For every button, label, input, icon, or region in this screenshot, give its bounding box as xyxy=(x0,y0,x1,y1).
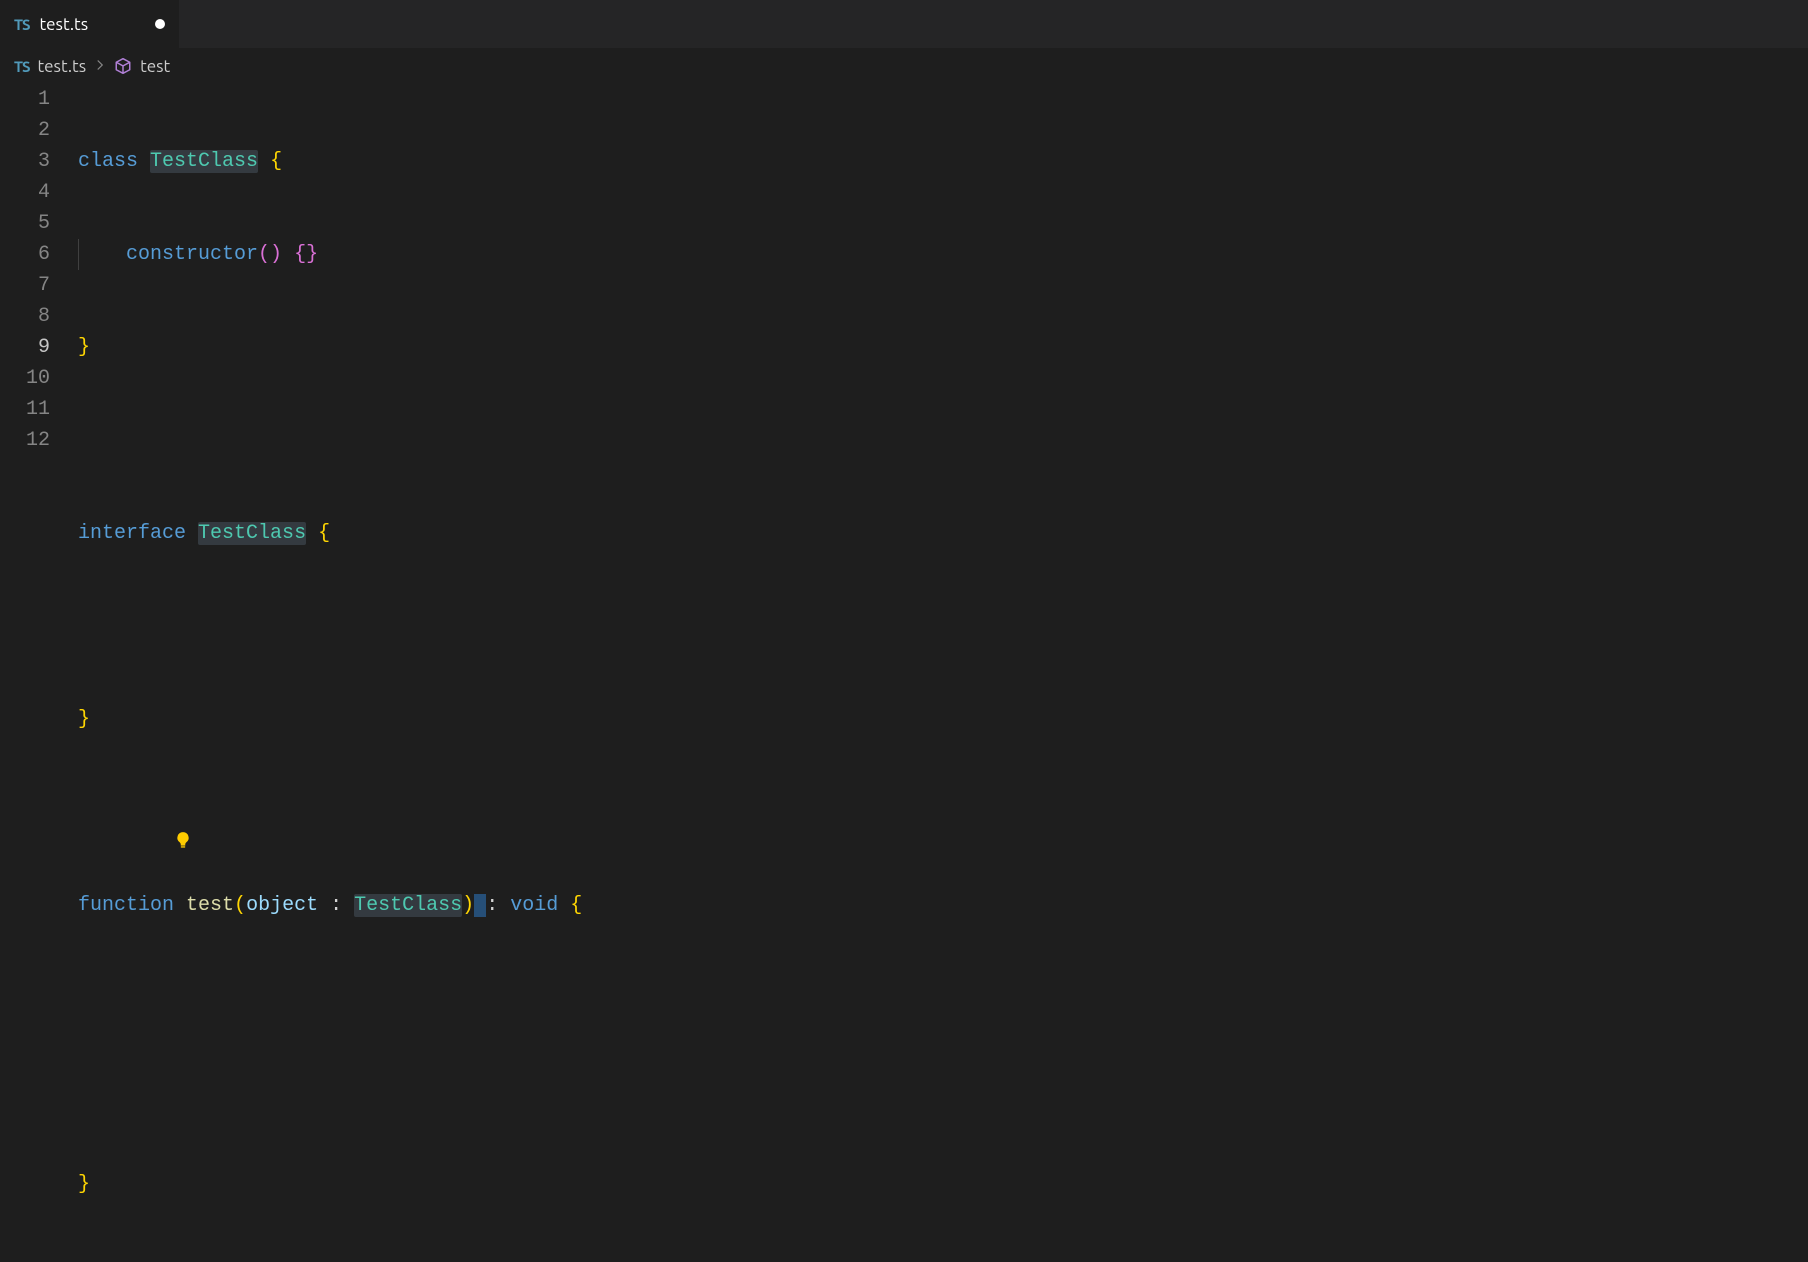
line-number: 11 xyxy=(0,394,50,425)
line-number: 3 xyxy=(0,146,50,177)
code-line[interactable]: constructor() {} xyxy=(78,239,1808,270)
line-number: 9 xyxy=(0,332,50,363)
line-number: 4 xyxy=(0,177,50,208)
tab-test-ts[interactable]: TS test.ts xyxy=(0,0,180,48)
code-line[interactable]: interface TestClass { xyxy=(78,518,1808,549)
line-number: 8 xyxy=(0,301,50,332)
breadcrumb-file[interactable]: test.ts xyxy=(38,57,87,76)
unsaved-indicator-icon[interactable] xyxy=(155,19,165,29)
code-line[interactable]: } xyxy=(78,1169,1808,1200)
line-number: 2 xyxy=(0,115,50,146)
code-line[interactable] xyxy=(78,983,1808,1014)
breadcrumb: TS test.ts test xyxy=(0,48,1808,84)
lightbulb-icon[interactable] xyxy=(78,798,98,818)
line-number: 6 xyxy=(0,239,50,270)
code-line[interactable]: } xyxy=(78,332,1808,363)
code-line[interactable]: } xyxy=(78,704,1808,735)
breadcrumb-symbol[interactable]: test xyxy=(140,57,170,76)
line-number-gutter: 1 2 3 4 5 6 7 8 9 10 11 12 xyxy=(0,84,78,1262)
code-line[interactable] xyxy=(78,611,1808,642)
symbol-method-icon xyxy=(114,57,132,75)
code-line[interactable] xyxy=(78,797,1808,828)
chevron-right-icon xyxy=(94,58,106,74)
typescript-icon: TS xyxy=(14,16,30,33)
line-number: 7 xyxy=(0,270,50,301)
code-area[interactable]: class TestClass { constructor() {} } int… xyxy=(78,84,1808,1262)
typescript-icon: TS xyxy=(14,58,30,75)
code-line[interactable] xyxy=(78,425,1808,456)
tab-bar: TS test.ts xyxy=(0,0,1808,48)
line-number: 10 xyxy=(0,363,50,394)
code-editor[interactable]: 1 2 3 4 5 6 7 8 9 10 11 12 class TestCla… xyxy=(0,84,1808,1262)
line-number: 12 xyxy=(0,425,50,456)
line-number: 1 xyxy=(0,84,50,115)
line-number: 5 xyxy=(0,208,50,239)
tab-filename: test.ts xyxy=(40,15,89,34)
code-line[interactable]: function test(object : TestClass) : void… xyxy=(78,890,1808,921)
code-line[interactable]: class TestClass { xyxy=(78,146,1808,177)
code-line[interactable] xyxy=(78,1076,1808,1107)
